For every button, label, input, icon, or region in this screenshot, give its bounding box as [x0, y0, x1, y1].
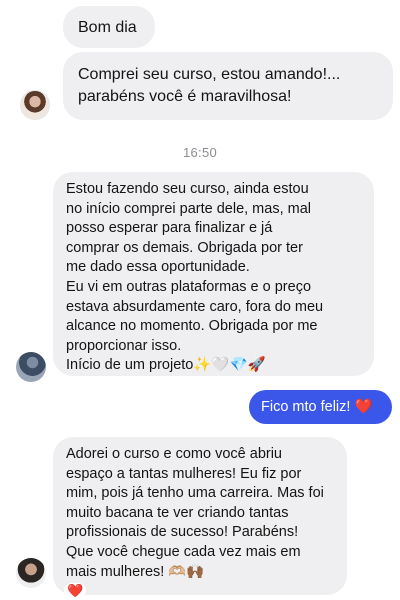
sender-avatar[interactable]: [16, 558, 46, 588]
incoming-message-bubble[interactable]: Comprei seu curso, estou amando!... para…: [63, 52, 393, 120]
message-text: Bom dia: [78, 19, 137, 36]
sender-avatar[interactable]: [20, 90, 50, 120]
message-text: Adorei o curso e como você abriu espaço …: [66, 446, 324, 580]
heart-emoji-icon: ❤️: [354, 399, 373, 415]
message-text: Comprei seu curso, estou amando!... para…: [78, 66, 341, 105]
heart-reaction-icon[interactable]: ❤️: [64, 583, 87, 599]
incoming-message-bubble[interactable]: Bom dia: [63, 6, 155, 48]
message-timestamp: 16:50: [182, 145, 218, 160]
sender-avatar[interactable]: [16, 352, 46, 382]
incoming-message-bubble[interactable]: Estou fazendo seu curso, ainda estou no …: [53, 172, 374, 376]
outgoing-message-bubble[interactable]: Fico mto feliz! ❤️: [249, 390, 392, 424]
message-text: Fico mto feliz!: [261, 399, 351, 415]
message-text: Estou fazendo seu curso, ainda estou no …: [66, 181, 324, 374]
chat-thread: Bom dia Comprei seu curso, estou amando!…: [0, 0, 400, 600]
incoming-message-bubble[interactable]: Adorei o curso e como você abriu espaço …: [53, 437, 347, 595]
